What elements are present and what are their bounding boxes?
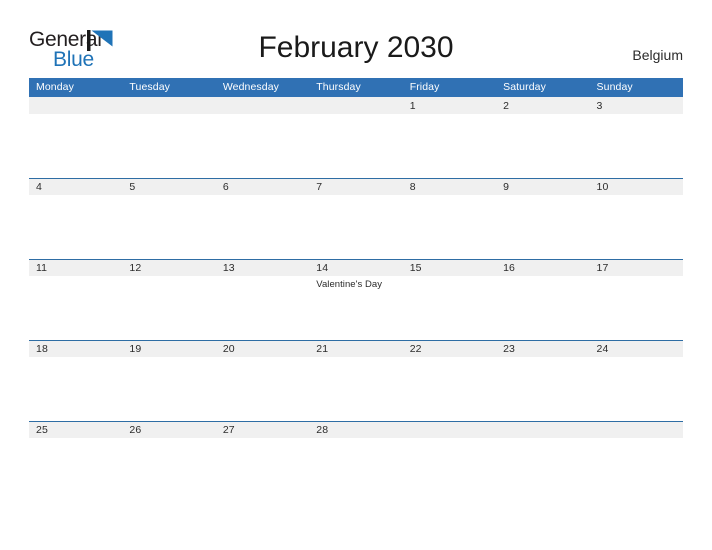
day-number: 2 xyxy=(503,100,510,112)
day-cell[interactable]: 1 xyxy=(403,98,496,178)
day-number: 6 xyxy=(222,181,229,193)
day-number: 16 xyxy=(503,262,515,274)
page-title: February 2030 xyxy=(258,31,454,64)
page-header: General Blue February 2030 Belgium xyxy=(0,0,712,78)
day-number xyxy=(316,99,402,114)
day-number: 26 xyxy=(129,424,142,436)
day-cell[interactable]: 20 xyxy=(216,341,309,421)
day-cell[interactable]: 18 xyxy=(29,341,122,421)
day-number xyxy=(129,99,215,114)
day-number: 23 xyxy=(503,343,515,355)
day-cell[interactable]: 3 xyxy=(590,98,683,178)
calendar-week-row: 25 26 27 28 xyxy=(29,421,683,502)
calendar-weekday-header: Monday Tuesday Wednesday Thursday Friday… xyxy=(29,78,683,97)
day-cell[interactable]: 23 xyxy=(496,341,589,421)
day-number: 17 xyxy=(596,262,609,274)
day-cell[interactable]: 10 xyxy=(590,179,683,259)
day-cell[interactable]: 12 xyxy=(122,260,215,340)
weekday-saturday: Saturday xyxy=(503,81,546,93)
day-cell[interactable] xyxy=(216,98,309,178)
day-number: 19 xyxy=(129,343,142,355)
country-label: Belgium xyxy=(632,47,683,63)
day-cell[interactable]: 24 xyxy=(590,341,683,421)
day-cell[interactable]: 11 xyxy=(29,260,122,340)
day-cell[interactable]: 19 xyxy=(122,341,215,421)
day-number: 11 xyxy=(36,262,48,274)
day-number: 7 xyxy=(316,181,323,193)
weekday-wednesday: Wednesday xyxy=(222,81,280,93)
day-cell[interactable] xyxy=(122,98,215,178)
day-cell[interactable]: 5 xyxy=(122,179,215,259)
day-cell[interactable] xyxy=(496,422,589,502)
day-cell[interactable]: 22 xyxy=(403,341,496,421)
day-cell[interactable] xyxy=(590,422,683,502)
calendar-table: Monday Tuesday Wednesday Thursday Friday… xyxy=(29,78,683,502)
day-cell[interactable]: 26 xyxy=(122,422,215,502)
day-number: 4 xyxy=(36,181,42,193)
day-number: 5 xyxy=(129,181,136,193)
day-number xyxy=(223,99,309,114)
day-cell[interactable]: 17 xyxy=(590,260,683,340)
day-cell[interactable]: 7 xyxy=(309,179,402,259)
day-cell[interactable]: 2 xyxy=(496,98,589,178)
day-number: 27 xyxy=(222,424,235,436)
day-cell[interactable] xyxy=(403,422,496,502)
day-number: 9 xyxy=(503,181,510,193)
day-cell[interactable]: 28 xyxy=(309,422,402,502)
day-number: 20 xyxy=(222,343,235,355)
day-number: 13 xyxy=(222,262,235,274)
calendar-week-row: 4 5 6 7 8 9 10 xyxy=(29,178,683,259)
weekday-sunday: Sunday xyxy=(596,81,633,93)
day-number: 22 xyxy=(409,343,422,355)
day-number xyxy=(597,423,683,438)
day-number: 8 xyxy=(409,181,416,193)
day-cell[interactable]: 6 xyxy=(216,179,309,259)
calendar-week-row: 1 2 3 xyxy=(29,97,683,178)
day-number: 14 xyxy=(316,262,329,274)
day-number: 10 xyxy=(596,181,609,193)
day-number: 18 xyxy=(36,343,48,355)
day-number xyxy=(36,99,122,114)
day-cell[interactable]: 25 xyxy=(29,422,122,502)
weekday-tuesday: Tuesday xyxy=(129,81,171,93)
calendar-week-row: 11 12 13 14 Valentine's Day 15 16 17 xyxy=(29,259,683,340)
calendar-page: General Blue February 2030 Belgium Monda… xyxy=(0,0,712,550)
day-cell[interactable]: 16 xyxy=(496,260,589,340)
day-number: 24 xyxy=(596,343,609,355)
day-cell[interactable]: 8 xyxy=(403,179,496,259)
day-number: 3 xyxy=(596,100,603,112)
day-cell-valentines[interactable]: 14 Valentine's Day xyxy=(309,260,402,340)
day-number xyxy=(410,423,496,438)
day-number: 28 xyxy=(316,424,329,436)
day-cell[interactable]: 4 xyxy=(29,179,122,259)
day-number: 12 xyxy=(129,262,142,274)
weekday-thursday: Thursday xyxy=(316,81,361,93)
day-event: Valentine's Day xyxy=(316,279,383,290)
day-number: 21 xyxy=(316,343,329,355)
day-number: 1 xyxy=(409,100,416,112)
day-cell[interactable]: 27 xyxy=(216,422,309,502)
day-number: 25 xyxy=(36,424,48,436)
weekday-friday: Friday xyxy=(409,81,440,93)
calendar-week-row: 18 19 20 21 22 23 24 xyxy=(29,340,683,421)
day-cell[interactable]: 21 xyxy=(309,341,402,421)
day-cell[interactable]: 15 xyxy=(403,260,496,340)
weekday-monday: Monday xyxy=(36,81,74,93)
day-cell[interactable]: 9 xyxy=(496,179,589,259)
day-cell[interactable] xyxy=(29,98,122,178)
day-number xyxy=(503,423,589,438)
day-number: 15 xyxy=(409,262,422,274)
day-cell[interactable] xyxy=(309,98,402,178)
day-cell[interactable]: 13 xyxy=(216,260,309,340)
